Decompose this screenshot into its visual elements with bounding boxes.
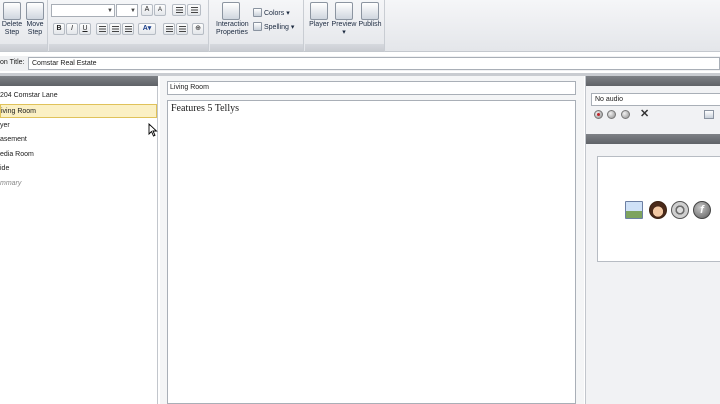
player-label: Player bbox=[309, 21, 329, 28]
chevron-down-icon: ▼ bbox=[130, 8, 136, 14]
editor-body-text: Features 5 Tellys bbox=[171, 103, 239, 114]
film-reel-icon[interactable] bbox=[671, 201, 689, 219]
chevron-down-icon: ▾ bbox=[342, 29, 346, 36]
colors-icon bbox=[253, 8, 262, 17]
chevron-down-icon: ▾ bbox=[286, 10, 290, 17]
properties-pencil-icon bbox=[222, 2, 240, 20]
ribbon-toolbar: Delete Step Move Step ▼ ▼ A A B I U A▾ ⊕… bbox=[0, 0, 720, 52]
spelling-check-icon bbox=[253, 22, 262, 31]
content-editor[interactable]: Features 5 Tellys bbox=[167, 100, 576, 404]
step-list-panel: 204 Comstar Lane iving Room yer asement … bbox=[0, 76, 158, 404]
media-panel-header bbox=[586, 134, 720, 144]
ribbon-group-label bbox=[305, 44, 384, 51]
list-item[interactable]: asement bbox=[0, 133, 157, 147]
title-label: on Title: bbox=[0, 59, 25, 66]
delete-audio-icon[interactable]: ✕ bbox=[640, 107, 649, 120]
list-item[interactable]: edia Room bbox=[0, 148, 157, 162]
character-icon[interactable] bbox=[649, 201, 667, 219]
bullets-button[interactable] bbox=[172, 4, 186, 16]
delete-step-icon bbox=[3, 2, 21, 20]
move-step-button[interactable]: Move Step bbox=[21, 1, 49, 41]
ribbon-group-publish: Player Preview ▾ Publish bbox=[305, 0, 385, 52]
step-name-input[interactable]: Living Room bbox=[167, 81, 576, 95]
interaction-properties-label: Interaction Properties bbox=[216, 21, 249, 36]
decrease-indent-button[interactable] bbox=[163, 23, 175, 35]
chevron-down-icon: ▼ bbox=[107, 8, 113, 14]
bold-button[interactable]: B bbox=[53, 23, 65, 35]
underline-button[interactable]: U bbox=[79, 23, 91, 35]
audio-settings-icon[interactable] bbox=[704, 110, 714, 119]
record-icon[interactable] bbox=[594, 110, 603, 119]
align-right-button[interactable] bbox=[122, 23, 134, 35]
spelling-label: Spelling bbox=[264, 24, 289, 31]
list-item[interactable]: yer bbox=[0, 119, 157, 133]
audio-select[interactable]: No audio bbox=[591, 93, 720, 106]
ribbon-group-label bbox=[0, 44, 47, 51]
ribbon-group-steps: Delete Step Move Step bbox=[0, 0, 48, 52]
link-icon: ⊕ bbox=[195, 25, 201, 32]
publish-icon bbox=[361, 2, 379, 20]
title-bar: on Title: Comstar Real Estate bbox=[0, 56, 720, 71]
player-button[interactable]: Player bbox=[305, 1, 333, 41]
step-list-header bbox=[0, 76, 158, 86]
align-left-button[interactable] bbox=[96, 23, 108, 35]
preview-icon bbox=[335, 2, 353, 20]
preview-button[interactable]: Preview ▾ bbox=[330, 1, 358, 41]
grow-font-button[interactable]: A bbox=[141, 4, 153, 16]
properties-panel: No audio ✕ f bbox=[585, 76, 720, 404]
media-drop-area[interactable]: f bbox=[597, 156, 720, 262]
insert-object-button[interactable]: ⊕ bbox=[192, 23, 204, 35]
title-input[interactable]: Comstar Real Estate bbox=[28, 57, 720, 70]
list-item[interactable]: mmary bbox=[0, 177, 157, 191]
play-icon[interactable] bbox=[607, 110, 616, 119]
colors-button[interactable]: Colors ▾ bbox=[253, 8, 290, 19]
ribbon-group-label bbox=[49, 44, 208, 51]
move-step-label: Move Step bbox=[26, 21, 44, 36]
publish-button[interactable]: Publish bbox=[356, 1, 384, 41]
align-center-button[interactable] bbox=[109, 23, 121, 35]
colors-label: Colors bbox=[264, 10, 285, 17]
image-icon[interactable] bbox=[625, 201, 643, 219]
preview-label: Preview bbox=[331, 21, 357, 28]
font-size-combo[interactable]: ▼ bbox=[116, 4, 138, 17]
font-color-button[interactable]: A▾ bbox=[138, 23, 156, 35]
flash-icon[interactable]: f bbox=[693, 201, 711, 219]
spelling-button[interactable]: Spelling ▾ bbox=[253, 22, 294, 33]
ribbon-group-interaction: Interaction Properties Colors ▾ Spelling… bbox=[210, 0, 304, 52]
interaction-properties-button[interactable]: Interaction Properties bbox=[216, 1, 249, 41]
move-step-icon bbox=[26, 2, 44, 20]
ribbon-group-font: ▼ ▼ A A B I U A▾ ⊕ bbox=[49, 0, 209, 52]
publish-label: Publish bbox=[358, 21, 382, 28]
step-editor: Living Room Features 5 Tellys bbox=[160, 76, 584, 404]
numbering-button[interactable] bbox=[187, 4, 201, 16]
italic-button[interactable]: I bbox=[66, 23, 78, 35]
list-item[interactable]: ide bbox=[0, 162, 157, 176]
list-item-selected[interactable]: iving Room bbox=[0, 104, 157, 118]
list-item[interactable]: 204 Comstar Lane bbox=[0, 89, 157, 103]
shrink-font-button[interactable]: A bbox=[154, 4, 166, 16]
chevron-down-icon: ▾ bbox=[290, 24, 295, 31]
stop-icon[interactable] bbox=[621, 110, 630, 119]
font-family-combo[interactable]: ▼ bbox=[51, 4, 115, 17]
audio-panel-header bbox=[586, 76, 720, 86]
ribbon-group-label bbox=[210, 44, 303, 51]
player-icon bbox=[310, 2, 328, 20]
increase-indent-button[interactable] bbox=[176, 23, 188, 35]
